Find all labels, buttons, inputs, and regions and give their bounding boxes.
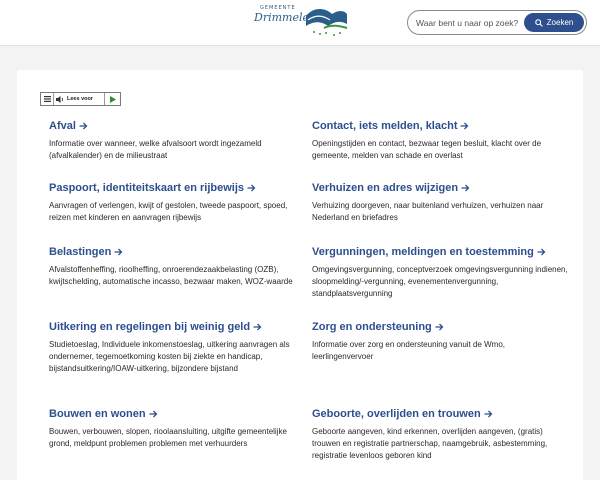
tile-link[interactable]: Bouwen en wonen xyxy=(49,407,299,421)
arrow-right-icon xyxy=(247,184,256,192)
search-button-label: Zoeken xyxy=(546,18,574,27)
tile-link[interactable]: Paspoort, identiteitskaart en rijbewijs xyxy=(49,181,299,195)
search-bar: Zoeken xyxy=(407,10,587,35)
tile-bouwen: Bouwen en wonen Bouwen, verbouwen, slope… xyxy=(49,407,299,450)
arrow-right-icon xyxy=(484,410,493,418)
tile-link[interactable]: Afval xyxy=(49,119,299,133)
arrow-right-icon xyxy=(537,248,546,256)
tile-description: Verhuizing doorgeven, naar buitenland ve… xyxy=(312,201,544,222)
tile-title: Bouwen en wonen xyxy=(49,408,146,420)
tile-link[interactable]: Verhuizen en adres wijzigen xyxy=(312,181,562,195)
search-input[interactable] xyxy=(416,15,522,31)
tile-title: Geboorte, overlijden en trouwen xyxy=(312,408,481,420)
readspeaker-read-button[interactable]: Lees voor xyxy=(54,93,105,105)
tile-description: Omgevingsvergunning, conceptverzoek omge… xyxy=(312,265,568,298)
tile-title: Uitkering en regelingen bij weinig geld xyxy=(49,321,251,333)
speaker-icon xyxy=(56,95,64,103)
tile-link[interactable]: Geboorte, overlijden en trouwen xyxy=(312,407,562,421)
tile-link[interactable]: Uitkering en regelingen bij weinig geld xyxy=(49,320,299,334)
tile-title: Verhuizen en adres wijzigen xyxy=(312,182,459,194)
tile-link[interactable]: Zorg en ondersteuning xyxy=(312,320,562,334)
tile-link[interactable]: Contact, iets melden, klacht xyxy=(312,119,562,133)
tile-title: Zorg en ondersteuning xyxy=(312,321,432,333)
tile-geboorte: Geboorte, overlijden en trouwen Geboorte… xyxy=(312,407,562,462)
arrow-right-icon xyxy=(461,184,470,192)
tile-contact: Contact, iets melden, klacht Openingstij… xyxy=(312,119,562,162)
tile-title: Contact, iets melden, klacht xyxy=(312,120,458,132)
readspeaker-bar: Lees voor xyxy=(40,92,121,106)
tile-vergunningen: Vergunningen, meldingen en toestemming O… xyxy=(312,245,574,300)
tile-title: Vergunningen, meldingen en toestemming xyxy=(312,246,534,258)
search-icon xyxy=(534,18,543,27)
tile-uitkering: Uitkering en regelingen bij weinig geld … xyxy=(49,320,299,375)
play-icon xyxy=(109,95,116,103)
arrow-right-icon xyxy=(79,122,88,130)
arrow-right-icon xyxy=(435,323,444,331)
tile-description: Geboorte aangeven, kind erkennen, overli… xyxy=(312,427,548,460)
tile-zorg: Zorg en ondersteuning Informatie over zo… xyxy=(312,320,562,363)
search-button[interactable]: Zoeken xyxy=(524,13,584,32)
tile-paspoort: Paspoort, identiteitskaart en rijbewijs … xyxy=(49,181,299,224)
tile-belastingen: Belastingen Afvalstoffenheffing, rioolhe… xyxy=(49,245,299,288)
tile-title: Afval xyxy=(49,120,76,132)
tile-description: Studietoeslag, Individuele inkomenstoesl… xyxy=(49,340,290,373)
arrow-right-icon xyxy=(149,410,157,418)
arrow-right-icon xyxy=(114,248,123,256)
arrow-right-icon xyxy=(460,122,469,130)
tile-afval: Afval Informatie over wanneer, welke afv… xyxy=(49,119,299,162)
tile-description: Informatie over wanneer, welke afvalsoor… xyxy=(49,139,262,160)
tile-description: Bouwen, verbouwen, slopen, rioolaansluit… xyxy=(49,427,287,448)
tile-description: Openingstijden en contact, bezwaar tegen… xyxy=(312,139,542,160)
menu-icon xyxy=(43,96,51,102)
arrow-right-icon xyxy=(253,323,262,331)
readspeaker-play-button[interactable] xyxy=(105,93,120,105)
logo[interactable]: GEMEENTE Drimmelen xyxy=(252,4,352,40)
readspeaker-menu-button[interactable] xyxy=(41,93,54,105)
tile-link[interactable]: Belastingen xyxy=(49,245,299,259)
tile-link[interactable]: Vergunningen, meldingen en toestemming xyxy=(312,245,574,259)
tile-verhuizen: Verhuizen en adres wijzigen Verhuizing d… xyxy=(312,181,562,224)
readspeaker-label: Lees voor xyxy=(67,96,93,102)
tile-title: Belastingen xyxy=(49,246,112,258)
logo-emblem-icon xyxy=(306,9,348,36)
tile-description: Afvalstoffenheffing, rioolheffing, onroe… xyxy=(49,265,293,286)
tile-description: Aanvragen of verlengen, kwijt of gestole… xyxy=(49,201,288,222)
tile-description: Informatie over zorg en ondersteuning va… xyxy=(312,340,505,361)
tile-title: Paspoort, identiteitskaart en rijbewijs xyxy=(49,182,244,194)
site-header: GEMEENTE Drimmelen Zoeken xyxy=(0,0,600,46)
